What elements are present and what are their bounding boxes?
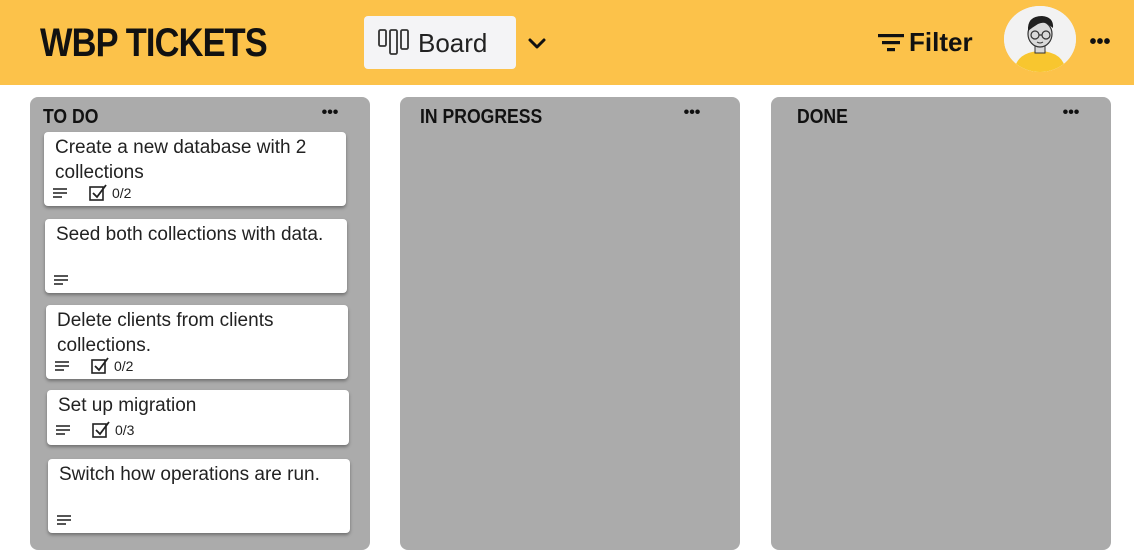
column-title: IN PROGRESS [420, 106, 543, 128]
description-icon [53, 188, 67, 198]
description-icon [54, 275, 68, 285]
filter-button[interactable]: Filter [877, 22, 981, 62]
checklist-count: 0/2 [112, 185, 132, 201]
view-select[interactable]: Board [364, 16, 516, 69]
more-options-icon[interactable]: ••• [318, 103, 342, 123]
avatar[interactable] [1004, 6, 1076, 72]
filter-icon [878, 34, 904, 52]
checklist-count: 0/3 [115, 422, 135, 438]
more-options-icon[interactable]: ••• [1088, 30, 1112, 54]
checklist-icon [89, 184, 107, 201]
app-header: WBP TICKETS Board Filter ••• [0, 0, 1134, 85]
column-in-progress: IN PROGRESS ••• [400, 97, 740, 550]
filter-label: Filter [909, 26, 973, 57]
view-select-label: Board [418, 28, 488, 58]
chevron-down-icon[interactable] [527, 34, 547, 54]
description-icon [57, 515, 71, 525]
more-options-icon[interactable]: ••• [680, 103, 704, 123]
column-done: DONE ••• [771, 97, 1111, 550]
column-title: DONE [797, 106, 848, 128]
user-avatar-icon [1004, 6, 1076, 72]
column-todo: TO DO ••• Create a new database with 2 c… [30, 97, 370, 550]
checklist-count: 0/2 [114, 358, 134, 374]
card-title: Create a new database with 2 collections [55, 137, 307, 183]
card[interactable]: Set up migration 0/3 [47, 390, 349, 445]
checklist-icon [91, 357, 109, 374]
card[interactable]: Seed both collections with data. [45, 219, 347, 293]
card-title: Set up migration [58, 395, 197, 416]
card[interactable]: Create a new database with 2 collections… [44, 132, 346, 206]
card[interactable]: Delete clients from clients collections.… [46, 305, 348, 379]
description-icon [56, 425, 70, 435]
board-view-icon [378, 29, 409, 55]
description-icon [55, 361, 69, 371]
card-title: Seed both collections with data. [56, 224, 324, 245]
card[interactable]: Switch how operations are run. [48, 459, 350, 533]
card-title: Delete clients from clients collections. [57, 310, 274, 356]
checklist-icon [92, 421, 110, 438]
more-options-icon[interactable]: ••• [1059, 103, 1083, 123]
column-title: TO DO [43, 106, 99, 128]
card-title: Switch how operations are run. [59, 464, 320, 485]
app-title: WBP TICKETS [40, 21, 268, 65]
